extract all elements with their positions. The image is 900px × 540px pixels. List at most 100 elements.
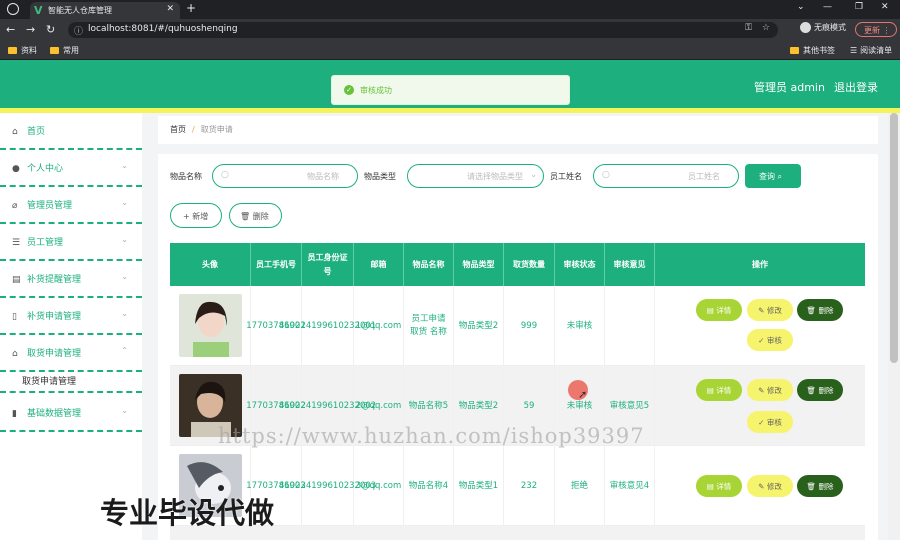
bookmark-folder-2[interactable]: 常用: [50, 45, 79, 56]
delete-button[interactable]: 🗑 删除: [797, 379, 843, 401]
update-button[interactable]: 更新 ⋮: [855, 22, 897, 37]
bookmark-folder-1[interactable]: 资料: [8, 45, 37, 56]
audit-label: 审核: [766, 418, 782, 427]
detail-button[interactable]: ▤ 详情: [696, 379, 742, 401]
input-placeholder: 物品名称: [307, 172, 339, 181]
sidebar: ⌂ 首页 ● 个人中心 ⌄ ⌀ 管理员管理 ⌄ ☰ 员工管理 ⌄ ▤ 补货提醒管理 ⌄ ▯ 补货申请…: [0, 113, 142, 540]
col-phone: 员工手机号: [251, 243, 302, 286]
key-icon[interactable]: ⚿: [745, 23, 752, 33]
edit-button[interactable]: ✎ 修改: [747, 299, 793, 321]
scrollbar-thumb[interactable]: [890, 113, 898, 363]
tab-close-icon[interactable]: ✕: [166, 4, 174, 14]
user-icon: ●: [12, 164, 20, 174]
sidebar-item-home[interactable]: ⌂ 首页: [0, 113, 142, 150]
col-status: 审核状态: [555, 243, 605, 286]
chevron-down-icon: ⌄: [530, 170, 537, 179]
edit-label: 修改: [766, 482, 782, 491]
sidebar-item-restock-request[interactable]: ▯ 补货申请管理 ⌄: [0, 298, 142, 335]
globe-icon: [7, 3, 19, 15]
add-button[interactable]: + 新增: [170, 203, 222, 228]
success-toast: ✓ 审核成功: [331, 75, 570, 105]
incognito-profile[interactable]: 无痕模式: [800, 22, 846, 33]
item-name-input[interactable]: ○ 物品名称: [212, 164, 358, 188]
address-bar[interactable]: ⓘ localhost:8081/#/quhuoshenqing ⚿ ☆: [68, 22, 778, 38]
bookmark-label: 阅读清单: [860, 46, 893, 55]
new-tab-icon[interactable]: +: [186, 1, 196, 15]
edit-button[interactable]: ✎ 修改: [747, 379, 793, 401]
chevron-down-icon: ⌄: [121, 406, 128, 415]
forward-icon[interactable]: →: [26, 23, 35, 36]
reading-list-icon: ☰: [850, 46, 858, 55]
staff-name-label: 员工姓名: [550, 172, 582, 181]
col-item-name: 物品名称: [404, 243, 454, 286]
sidebar-item-base-data[interactable]: ▮ 基础数据管理 ⌄: [0, 395, 142, 432]
site-info-icon[interactable]: ⓘ: [74, 24, 83, 37]
search-icon: ○: [221, 170, 229, 180]
sidebar-item-label: 个人中心: [27, 164, 64, 174]
add-label: + 新增: [183, 212, 209, 221]
detail-button[interactable]: ▤ 详情: [696, 475, 742, 497]
profile-label: 无痕模式: [814, 23, 846, 32]
item-type-select[interactable]: 请选择物品类型 ⌄: [407, 164, 544, 188]
mouse-pointer-icon: ➚: [578, 388, 588, 401]
reading-list[interactable]: ☰ 阅读清单: [850, 45, 892, 56]
opinion-cell: 审核意见4: [605, 446, 655, 526]
item-type-cell: 物品类型1: [454, 446, 504, 526]
item-name-cell: 员工申请取货 名称: [404, 286, 454, 366]
breadcrumb-home[interactable]: 首页: [170, 125, 186, 134]
col-qty: 取货数量: [504, 243, 555, 286]
minimize-icon[interactable]: —: [823, 2, 832, 12]
star-icon[interactable]: ☆: [762, 23, 770, 33]
breadcrumb: 首页 / 取货申请: [158, 116, 878, 144]
delete-button[interactable]: 🗑 删除: [797, 299, 843, 321]
query-button[interactable]: 查询 ⌕: [745, 164, 801, 188]
browser-tab[interactable]: V 智能无人仓库管理 ✕: [30, 2, 180, 19]
input-placeholder: 员工姓名: [688, 172, 720, 181]
check-circle-icon: ✓: [344, 85, 354, 95]
detail-button[interactable]: ▤ 详情: [696, 299, 742, 321]
sidebar-item-admin[interactable]: ⌀ 管理员管理 ⌄: [0, 187, 142, 224]
bookmark-label: 其他书签: [803, 46, 835, 55]
other-bookmarks[interactable]: 其他书签: [790, 45, 835, 56]
delete-button[interactable]: 🗑 删除: [797, 475, 843, 497]
avatar: [179, 294, 242, 357]
item-name-label: 物品名称: [170, 172, 202, 181]
bank-icon: ⌂: [12, 349, 18, 359]
staff-name-input[interactable]: ○ 员工姓名: [593, 164, 739, 188]
promo-overlay-text: 专业毕设代做: [100, 496, 275, 530]
audit-button[interactable]: ✓ 审核: [747, 411, 793, 433]
folder-icon: [790, 47, 799, 54]
reload-icon[interactable]: ↻: [46, 23, 55, 36]
chevron-up-icon: ⌃: [121, 346, 128, 355]
back-icon[interactable]: ←: [6, 23, 15, 36]
id-card-cell: 410224199610232003: [279, 446, 376, 526]
audit-label: 审核: [766, 336, 782, 345]
detail-label: 详情: [716, 482, 732, 491]
restore-icon[interactable]: ❐: [855, 2, 863, 12]
email-cell: 1@qq.com: [354, 286, 404, 366]
phone-icon: ▯: [12, 312, 17, 322]
bulk-delete-button[interactable]: 🗑 删除: [229, 203, 282, 228]
search-icon: ⌕: [777, 172, 783, 181]
sidebar-item-staff[interactable]: ☰ 员工管理 ⌄: [0, 224, 142, 261]
toast-message: 审核成功: [360, 86, 392, 95]
chevron-down-icon: ⌄: [121, 309, 128, 318]
sidebar-subitem-pickup[interactable]: 取货申请管理: [0, 365, 142, 393]
logout-link[interactable]: 退出登录: [834, 79, 878, 95]
sidebar-item-restock-reminder[interactable]: ▤ 补货提醒管理 ⌄: [0, 261, 142, 298]
tab-search-icon[interactable]: ⌄: [797, 2, 805, 12]
query-label: 查询: [759, 172, 775, 181]
breadcrumb-current: 取货申请: [200, 125, 233, 134]
opinion-cell: [605, 286, 655, 366]
sidebar-item-profile[interactable]: ● 个人中心 ⌄: [0, 150, 142, 187]
bookmark-label: 资料: [21, 46, 37, 55]
close-window-icon[interactable]: ✕: [881, 2, 889, 12]
edit-button[interactable]: ✎ 修改: [747, 475, 793, 497]
delete-label: 删除: [818, 306, 834, 315]
admin-label: 管理员 admin: [754, 81, 825, 94]
breadcrumb-separator: /: [192, 125, 195, 134]
chevron-down-icon: ⌄: [121, 161, 128, 170]
audit-button[interactable]: ✓ 审核: [747, 329, 793, 351]
browser-toolbar: ← → ↻ ⓘ localhost:8081/#/quhuoshenqing ⚿…: [0, 19, 900, 41]
col-opinion: 审核意见: [605, 243, 655, 286]
